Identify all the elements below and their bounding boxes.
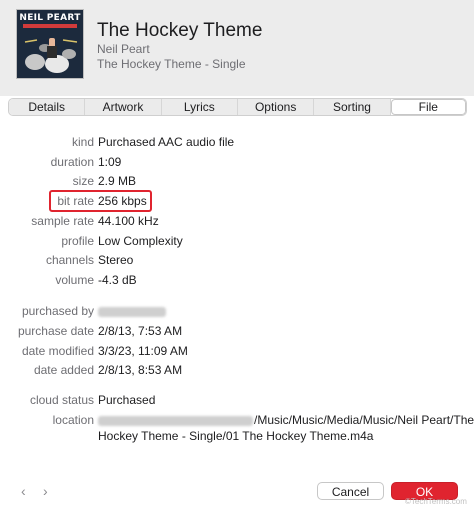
field-purchase-date: purchase date 2/8/13, 7:53 AM: [0, 324, 474, 340]
track-header: NEIL PEART The Hockey Theme Neil Peart T…: [0, 0, 474, 96]
tab-sorting[interactable]: Sorting: [314, 99, 391, 115]
album-artwork: NEIL PEART: [17, 10, 83, 78]
field-value: -4.3 dB: [98, 273, 137, 287]
tab-artwork[interactable]: Artwork: [85, 99, 162, 115]
field-label: date modified: [21, 344, 94, 358]
field-value: Purchased: [98, 393, 156, 407]
next-track-icon[interactable]: ›: [43, 483, 48, 499]
previous-track-icon[interactable]: ‹: [21, 483, 26, 499]
info-tab-bar: Details Artwork Lyrics Options Sorting F…: [8, 98, 467, 116]
location-line-2[interactable]: Hockey Theme - Single/01 The Hockey Them…: [98, 429, 373, 443]
location-redacted: [98, 415, 253, 426]
field-label: date added: [33, 363, 94, 377]
field-value: Low Complexity: [98, 234, 183, 248]
field-kind: kind Purchased AAC audio file: [0, 135, 474, 151]
field-value: 2/8/13, 8:53 AM: [98, 363, 183, 377]
tab-options[interactable]: Options: [237, 99, 315, 115]
location-line-1[interactable]: /Music/Music/Media/Music/Neil Peart/The: [98, 413, 474, 427]
field-value: Stereo: [98, 253, 134, 267]
field-date-modified: date modified 3/3/23, 11:09 AM: [0, 344, 474, 360]
field-label: channels: [45, 253, 94, 267]
field-label: kind: [71, 135, 94, 149]
bit-rate-highlight-box: [49, 190, 152, 212]
cancel-button[interactable]: Cancel: [317, 482, 384, 500]
field-label: volume: [55, 273, 94, 287]
field-value: 44.100 kHz: [98, 214, 159, 228]
tab-lyrics[interactable]: Lyrics: [161, 99, 238, 115]
track-album: The Hockey Theme - Single: [97, 57, 246, 71]
field-label: sample rate: [31, 214, 94, 228]
field-label: location: [52, 413, 94, 427]
watermark-text: ©TechTerms.com: [405, 497, 467, 506]
field-value-redacted: [98, 304, 166, 318]
field-label: purchase date: [17, 324, 94, 338]
field-value: 2.9 MB: [98, 174, 137, 188]
field-label: size: [72, 174, 94, 188]
field-cloud-status: cloud status Purchased: [0, 393, 474, 409]
field-value: 2/8/13, 7:53 AM: [98, 324, 183, 338]
track-artist: Neil Peart: [97, 42, 150, 56]
drum-kit-image: [24, 38, 78, 73]
artwork-text: NEIL PEART: [19, 13, 81, 23]
field-volume: volume -4.3 dB: [0, 273, 474, 289]
field-location: location /Music/Music/Media/Music/Neil P…: [0, 413, 474, 447]
field-size: size 2.9 MB: [0, 174, 474, 190]
field-duration: duration 1:09: [0, 155, 474, 171]
field-value: 3/3/23, 11:09 AM: [98, 344, 188, 358]
field-value: 1:09: [98, 155, 122, 169]
field-purchased-by: purchased by: [0, 304, 474, 320]
tab-file[interactable]: File: [390, 99, 466, 115]
field-channels: channels Stereo: [0, 253, 474, 269]
field-label: purchased by: [21, 304, 94, 318]
field-sample-rate: sample rate 44.100 kHz: [0, 214, 474, 230]
track-title: The Hockey Theme: [97, 20, 263, 41]
field-value: Purchased AAC audio file: [98, 135, 235, 149]
field-label: duration: [50, 155, 94, 169]
field-profile: profile Low Complexity: [0, 234, 474, 250]
artwork-banner: [23, 24, 77, 28]
field-label: profile: [61, 234, 94, 248]
tab-details[interactable]: Details: [9, 99, 86, 115]
field-date-added: date added 2/8/13, 8:53 AM: [0, 363, 474, 379]
field-label: cloud status: [29, 393, 94, 407]
